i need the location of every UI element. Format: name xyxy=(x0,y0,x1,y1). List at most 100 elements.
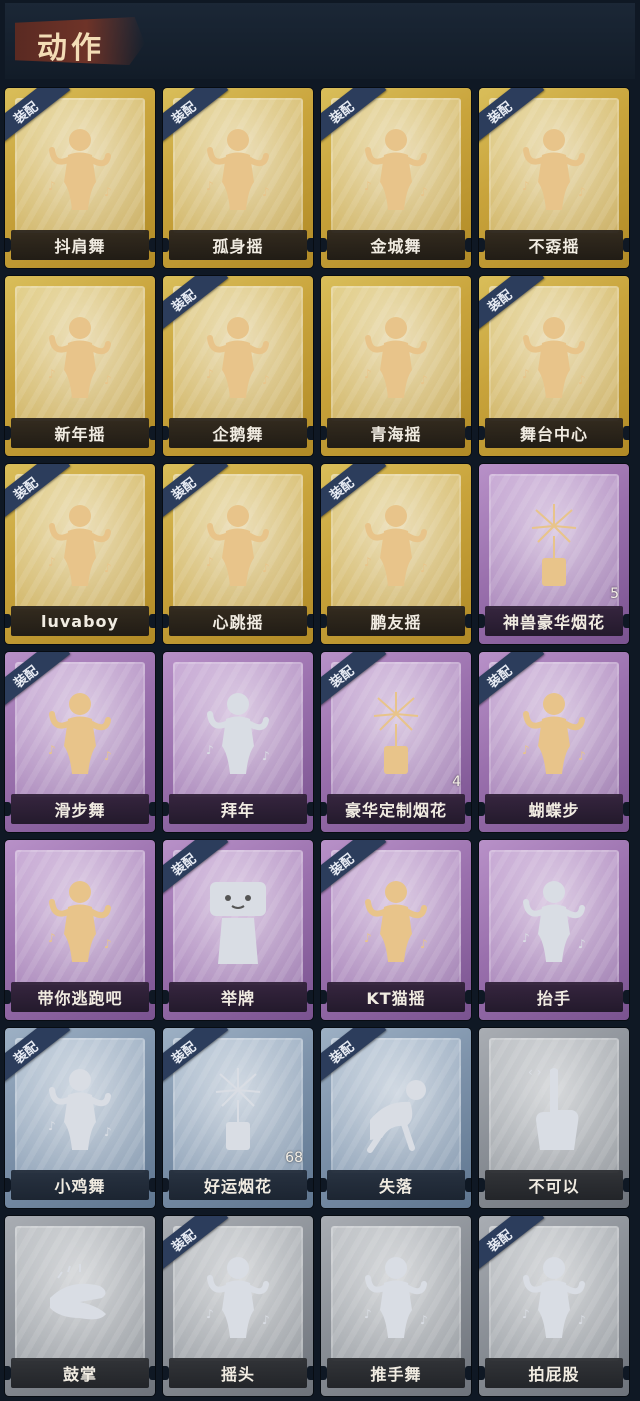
dancer-icon: ♪ ♪ xyxy=(40,120,120,215)
action-card[interactable]: ♪ ♪ 孤身摇 装配 xyxy=(163,88,313,268)
card-notch-right xyxy=(307,802,313,816)
card-notch-left xyxy=(5,990,11,1004)
action-card[interactable]: 5 神兽豪华烟花 xyxy=(479,464,629,644)
card-label-bar: KT猫摇 xyxy=(327,982,465,1012)
action-card[interactable]: ♪ ♪ 蝴蝶步 装配 xyxy=(479,652,629,832)
item-count: 68 xyxy=(285,1150,303,1166)
action-card[interactable]: ♪ ♪ 鹏友摇 装配 xyxy=(321,464,471,644)
action-card[interactable]: 鼓掌 xyxy=(5,1216,155,1396)
card-notch-left xyxy=(479,802,485,816)
action-card[interactable]: ♪ ♪ 企鹅舞 装配 xyxy=(163,276,313,456)
action-card[interactable]: ♪ ♪ luvaboy 装配 xyxy=(5,464,155,644)
svg-text:♪: ♪ xyxy=(420,1313,428,1327)
action-card[interactable]: ♪ ♪ 舞台中心 装配 xyxy=(479,276,629,456)
card-label-bar: 新年摇 xyxy=(11,418,149,448)
svg-text:♪: ♪ xyxy=(48,179,56,193)
card-notch-right xyxy=(307,1178,313,1192)
action-card[interactable]: ‹ › 不可以 xyxy=(479,1028,629,1208)
clap-icon xyxy=(40,1248,120,1343)
action-card[interactable]: 举牌 装配 xyxy=(163,840,313,1020)
card-notch-right xyxy=(623,990,629,1004)
card-notch-right xyxy=(307,990,313,1004)
action-card[interactable]: 失落 装配 xyxy=(321,1028,471,1208)
card-label-bar: 舞台中心 xyxy=(485,418,623,448)
card-notch-left xyxy=(163,614,169,628)
svg-text:♪: ♪ xyxy=(206,555,214,569)
card-notch-left xyxy=(321,1366,327,1380)
action-card[interactable]: 68 好运烟花 装配 xyxy=(163,1028,313,1208)
dancer-icon: ♪ ♪ xyxy=(40,496,120,591)
card-label-bar: 推手舞 xyxy=(327,1358,465,1388)
svg-text:♪: ♪ xyxy=(262,749,270,763)
action-card[interactable]: ♪ ♪ 抖肩舞 装配 xyxy=(5,88,155,268)
action-card[interactable]: ♪ ♪ KT猫摇 装配 xyxy=(321,840,471,1020)
svg-text:♪: ♪ xyxy=(578,937,586,951)
card-label-bar: 鼓掌 xyxy=(11,1358,149,1388)
action-card[interactable]: ♪ ♪ 拜年 xyxy=(163,652,313,832)
card-notch-right xyxy=(623,1366,629,1380)
svg-text:♪: ♪ xyxy=(104,561,112,575)
card-label-bar: 不孬摇 xyxy=(485,230,623,260)
card-label-bar: 举牌 xyxy=(169,982,307,1012)
item-count: 4 xyxy=(452,774,461,790)
svg-text:♪: ♪ xyxy=(522,931,530,945)
card-label: luvaboy xyxy=(41,611,119,631)
card-label: 抖肩舞 xyxy=(54,237,106,256)
finger-icon: ‹ › xyxy=(514,1060,594,1155)
action-card[interactable]: ♪ ♪ 心跳摇 装配 xyxy=(163,464,313,644)
action-card[interactable]: ♪ ♪ 金城舞 装配 xyxy=(321,88,471,268)
card-label: 失落 xyxy=(378,1177,413,1196)
card-label-bar: 孤身摇 xyxy=(169,230,307,260)
card-notch-left xyxy=(321,426,327,440)
card-notch-right xyxy=(623,614,629,628)
svg-text:♪: ♪ xyxy=(578,185,586,199)
svg-text:♪: ♪ xyxy=(104,373,112,387)
svg-text:♪: ♪ xyxy=(104,1125,112,1139)
svg-text:♪: ♪ xyxy=(522,179,530,193)
svg-text:♪: ♪ xyxy=(364,367,372,381)
dancer-icon: ♪ ♪ xyxy=(356,120,436,215)
action-card[interactable]: ♪ ♪ 摇头 装配 xyxy=(163,1216,313,1396)
action-card[interactable]: ♪ ♪ 不孬摇 装配 xyxy=(479,88,629,268)
dancer-icon: ♪ ♪ xyxy=(514,1248,594,1343)
card-label: 带你逃跑吧 xyxy=(37,989,123,1008)
card-label: 企鹅舞 xyxy=(212,425,264,444)
card-notch-right xyxy=(465,802,471,816)
svg-text:♪: ♪ xyxy=(420,561,428,575)
action-card[interactable]: ♪ ♪ 新年摇 xyxy=(5,276,155,456)
card-label-bar: 小鸡舞 xyxy=(11,1170,149,1200)
action-card[interactable]: ♪ ♪ 推手舞 xyxy=(321,1216,471,1396)
card-label: 舞台中心 xyxy=(519,425,588,444)
card-label-bar: 蝴蝶步 xyxy=(485,794,623,824)
svg-text:♪: ♪ xyxy=(48,555,56,569)
card-label: 新年摇 xyxy=(54,425,106,444)
card-label: 神兽豪华烟花 xyxy=(502,613,605,632)
dancer-icon: ♪ ♪ xyxy=(514,308,594,403)
svg-text:♪: ♪ xyxy=(206,743,214,757)
card-label: 蝴蝶步 xyxy=(528,801,580,820)
card-notch-right xyxy=(307,1366,313,1380)
svg-text:♪: ♪ xyxy=(364,1307,372,1321)
card-notch-right xyxy=(465,238,471,252)
dancer-icon: ♪ ♪ xyxy=(514,684,594,779)
action-card[interactable]: ♪ ♪ 拍屁股 装配 xyxy=(479,1216,629,1396)
action-card[interactable]: ♪ ♪ 带你逃跑吧 xyxy=(5,840,155,1020)
dancer-icon: ♪ ♪ xyxy=(356,496,436,591)
action-card[interactable]: ♪ ♪ 小鸡舞 装配 xyxy=(5,1028,155,1208)
action-card[interactable]: ♪ ♪ 抬手 xyxy=(479,840,629,1020)
action-card[interactable]: ♪ ♪ 青海摇 xyxy=(321,276,471,456)
dancer-icon: ♪ ♪ xyxy=(40,1060,120,1155)
card-label-bar: 拜年 xyxy=(169,794,307,824)
dancer-icon: ♪ ♪ xyxy=(514,872,594,967)
dancer-icon: ♪ ♪ xyxy=(198,1248,278,1343)
section-title: 动作 xyxy=(37,31,105,66)
card-notch-left xyxy=(163,238,169,252)
action-card[interactable]: 4 豪华定制烟花 装配 xyxy=(321,652,471,832)
card-label-bar: 滑步舞 xyxy=(11,794,149,824)
card-notch-left xyxy=(163,426,169,440)
card-label: 青海摇 xyxy=(370,425,422,444)
dancer-icon: ♪ ♪ xyxy=(198,496,278,591)
svg-text:♪: ♪ xyxy=(48,743,56,757)
svg-text:♪: ♪ xyxy=(522,743,530,757)
action-card[interactable]: ♪ ♪ 滑步舞 装配 xyxy=(5,652,155,832)
